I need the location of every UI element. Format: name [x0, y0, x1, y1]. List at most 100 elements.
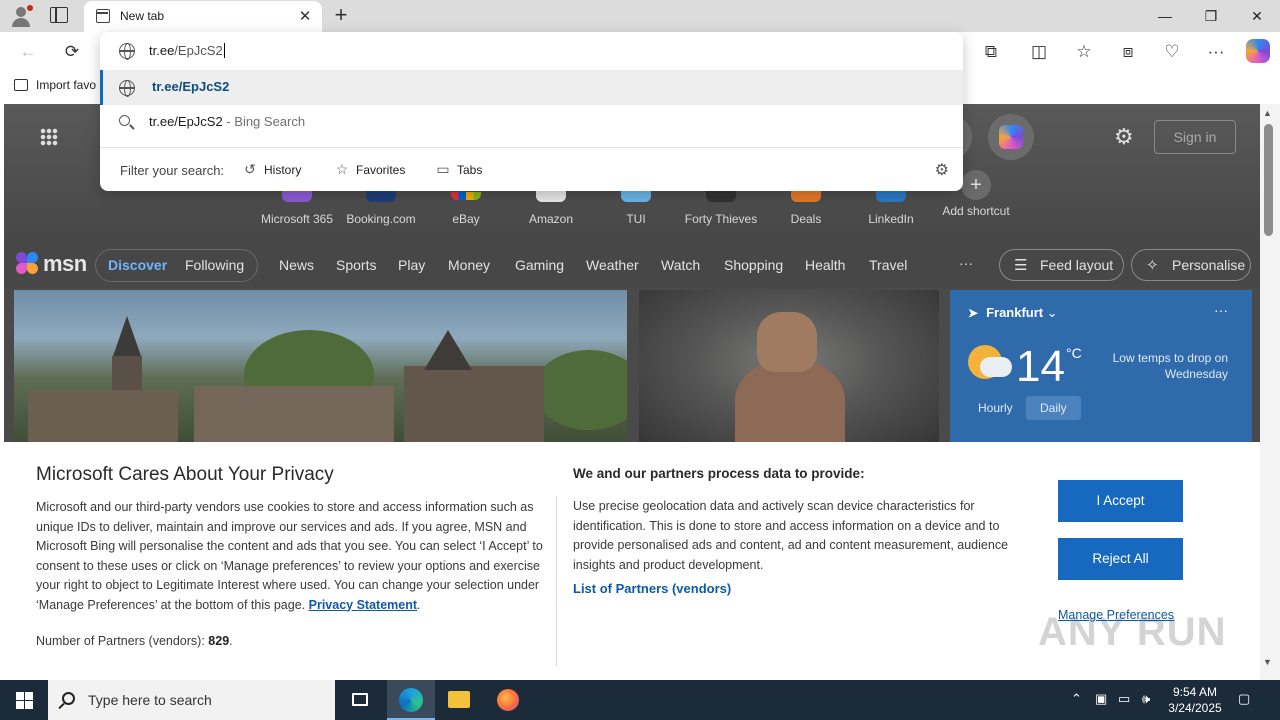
edge-taskbar-icon[interactable] [387, 680, 435, 720]
history-icon: ↺ [244, 161, 256, 177]
import-favorites-button[interactable]: Import favo [14, 78, 96, 92]
tab-following[interactable]: Following [185, 257, 244, 273]
chevron-down-icon: ⌄ [1046, 305, 1058, 320]
house-shape [194, 386, 394, 450]
nav-watch[interactable]: Watch [661, 257, 700, 273]
weather-card[interactable]: ➤ Frankfurt ⌄ ··· 14 °C Low temps to drop… [950, 290, 1252, 450]
athlete-head [757, 312, 817, 372]
back-icon[interactable]: ← [16, 40, 40, 64]
suggestion-url-text: tr.ee/EpJcS2 [152, 79, 230, 94]
browser-essentials-icon[interactable]: ♡ [1160, 40, 1184, 64]
clock-time: 9:54 AM [1172, 685, 1218, 699]
typed-path: /EpJcS2 [174, 43, 223, 58]
consent-body: Microsoft and our third-party vendors us… [36, 500, 543, 612]
address-input[interactable]: tr.ee/EpJcS2 [100, 32, 963, 70]
nav-sports[interactable]: Sports [336, 257, 376, 273]
close-tab-icon[interactable]: ✕ [296, 7, 314, 25]
suggestion-search-suffix: - Bing Search [222, 114, 306, 129]
close-window-button[interactable]: ✕ [1234, 0, 1280, 32]
suggestion-url[interactable]: tr.ee/EpJcS2 [100, 70, 963, 105]
weather-location[interactable]: ➤ Frankfurt ⌄ [968, 305, 1058, 321]
filter-history-button[interactable]: ↺ History [242, 161, 301, 178]
profile-icon[interactable] [10, 5, 33, 27]
accept-button[interactable]: I Accept [1058, 480, 1183, 522]
tab-title: New tab [120, 9, 165, 23]
restore-button[interactable]: ❐ [1188, 0, 1234, 32]
new-tab-button[interactable]: + [330, 2, 352, 28]
tab-new-tab[interactable]: New tab ✕ [84, 1, 322, 32]
tab-strip: New tab ✕ + — ❐ ✕ [0, 0, 1280, 32]
msn-butterfly-icon [16, 252, 38, 274]
task-view-icon[interactable] [336, 680, 384, 720]
weather-city: Frankfurt [986, 305, 1044, 320]
shortcut-label: Forty Thieves [684, 212, 758, 226]
news-card-fitness[interactable] [639, 290, 939, 450]
search-settings-gear-icon[interactable]: ⚙ [935, 160, 949, 180]
nav-health[interactable]: Health [805, 257, 845, 273]
nav-news[interactable]: News [279, 257, 314, 273]
collections-icon[interactable]: ⧈ [1116, 40, 1140, 64]
show-hidden-icons-icon[interactable]: ⌃ [1071, 691, 1082, 707]
import-favorites-label: Import favo [36, 78, 97, 92]
filter-tabs-button[interactable]: ▭ Tabs [435, 161, 482, 178]
app-launcher-icon[interactable] [40, 128, 58, 146]
weather-more-icon[interactable]: ··· [1214, 302, 1228, 318]
personalise-button[interactable]: ✧ Personalise [1131, 249, 1251, 281]
minimize-button[interactable]: — [1142, 0, 1188, 32]
taskbar-search-placeholder: Type here to search [88, 692, 212, 708]
favorites-icon[interactable]: ☆ [1072, 40, 1096, 64]
refresh-icon[interactable]: ⟳ [60, 40, 84, 64]
shortcut-label: LinkedIn [868, 212, 914, 226]
typed-host: tr.ee [149, 43, 175, 58]
feed-layout-button[interactable]: ☰ Feed layout [999, 249, 1124, 281]
tab-discover[interactable]: Discover [108, 257, 167, 273]
suggestion-search[interactable]: tr.ee/EpJcS2 - Bing Search [100, 105, 963, 140]
tab-actions-icon[interactable] [50, 7, 68, 23]
tabs-icon: ▭ [436, 161, 450, 177]
device-icon[interactable]: ▣ [1095, 691, 1107, 707]
scrollbar-thumb[interactable] [1264, 124, 1273, 236]
taskbar: Type here to search ⌃ ▣ ▭ 🕪 9:54 AM 3/24… [0, 680, 1280, 720]
scroll-up-icon[interactable]: ▲ [1263, 108, 1272, 118]
firefox-icon[interactable] [484, 680, 532, 720]
start-button[interactable] [0, 680, 48, 720]
list-of-partners-link[interactable]: List of Partners (vendors) [573, 581, 731, 596]
manage-preferences-link[interactable]: Manage Preferences [1058, 608, 1174, 622]
consent-divider [556, 496, 557, 666]
privacy-statement-link[interactable]: Privacy Statement [309, 598, 417, 612]
copilot-button[interactable] [988, 114, 1034, 160]
file-explorer-icon[interactable] [435, 680, 483, 720]
nav-money[interactable]: Money [448, 257, 490, 273]
taskbar-search[interactable]: Type here to search [48, 680, 335, 720]
nav-play[interactable]: Play [398, 257, 425, 273]
house-roof [424, 330, 472, 370]
scroll-down-icon[interactable]: ▼ [1263, 657, 1272, 667]
consent-title: Microsoft Cares About Your Privacy [36, 464, 334, 485]
page-settings-gear-icon[interactable]: ⚙ [1114, 124, 1134, 150]
extensions-icon[interactable]: ⧉ [979, 40, 1003, 64]
reject-all-button[interactable]: Reject All [1058, 538, 1183, 580]
globe-icon [119, 80, 135, 97]
clock-date: 3/24/2025 [1168, 701, 1222, 715]
taskbar-clock[interactable]: 9:54 AM 3/24/2025 [1160, 684, 1230, 716]
more-menu-icon[interactable]: ··· [1204, 40, 1228, 64]
weather-tab-daily[interactable]: Daily [1026, 396, 1081, 420]
nav-more-icon[interactable]: ··· [959, 255, 973, 271]
nav-shopping[interactable]: Shopping [724, 257, 783, 273]
nav-weather[interactable]: Weather [586, 257, 639, 273]
msn-logo-text: msn [43, 251, 87, 276]
page-scrollbar[interactable]: ▲ ▼ [1260, 104, 1280, 680]
nav-travel[interactable]: Travel [869, 257, 907, 273]
nav-gaming[interactable]: Gaming [515, 257, 564, 273]
filter-favorites-button[interactable]: ☆ Favorites [334, 161, 406, 178]
sign-in-button[interactable]: Sign in [1154, 120, 1236, 154]
copilot-icon[interactable] [1246, 39, 1270, 63]
split-screen-icon[interactable]: ◫ [1027, 40, 1051, 64]
copilot-icon [999, 125, 1023, 149]
notifications-icon[interactable]: ▢ [1238, 691, 1250, 707]
news-card-village[interactable] [14, 290, 627, 450]
volume-icon[interactable]: 🕪 [1142, 691, 1150, 707]
network-icon[interactable]: ▭ [1118, 691, 1130, 707]
weather-tab-hourly[interactable]: Hourly [964, 396, 1027, 420]
weather-unit: °C [1066, 345, 1082, 361]
